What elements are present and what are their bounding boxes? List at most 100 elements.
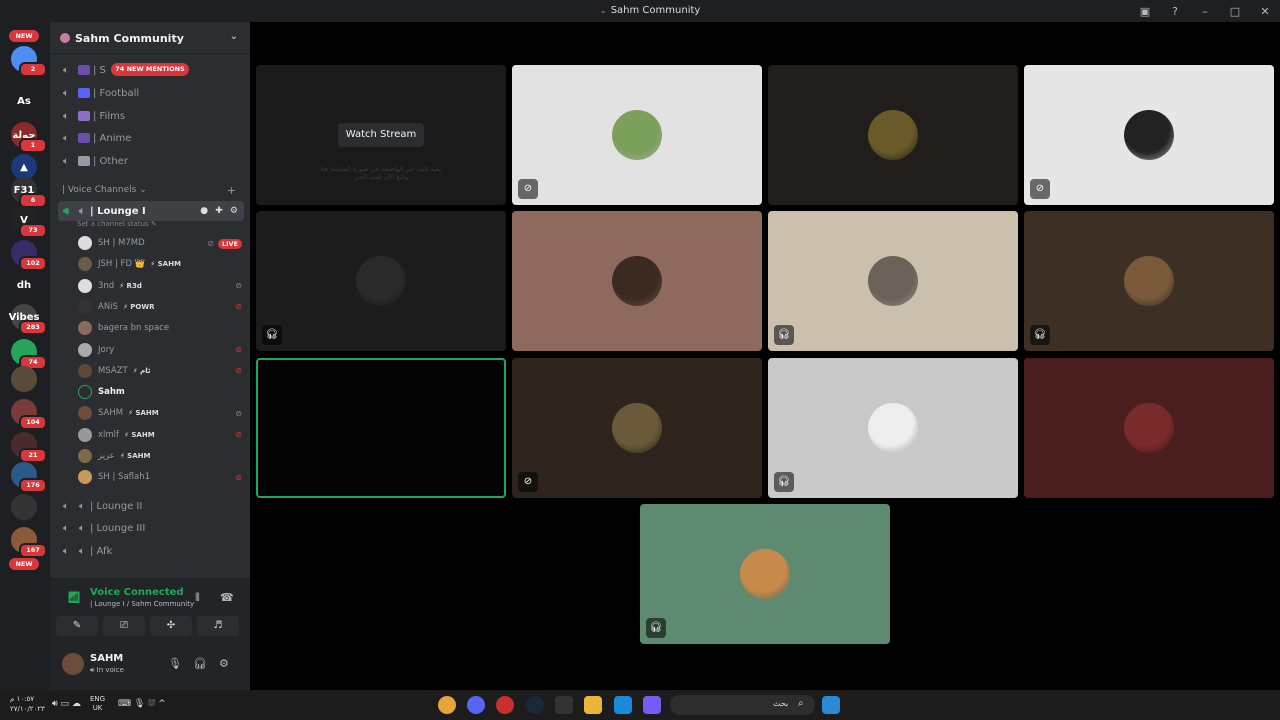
channel-3[interactable]: 🔈︎ | Anime: [58, 128, 244, 148]
taskbar-search[interactable]: بحث ⌕: [670, 695, 815, 715]
clock[interactable]: ١٠:٥٧ م ٢٧/١٠/٢٠٢٣: [10, 694, 45, 714]
activities-icon[interactable]: ✣: [150, 616, 192, 636]
gear-icon[interactable]: ⚙: [219, 657, 229, 670]
voice-channel-lounge-i[interactable]: 🔊︎ 🔈︎ | Lounge I ● ✚ ⚙: [58, 201, 244, 221]
channel-2[interactable]: 🔈︎ | Films: [58, 106, 244, 126]
server-badge: 21: [19, 448, 47, 463]
participant-tile[interactable]: 🎧︎: [256, 211, 506, 351]
participant-tile[interactable]: Watch Stream بقية البث غير الواضحة في صور…: [256, 65, 506, 205]
participant-tile[interactable]: ⊘: [1024, 65, 1274, 205]
voice-user[interactable]: ANiS ⚡ POWR ⊘: [78, 297, 242, 317]
voice-channel-1[interactable]: 🔈︎ 🔈︎ | Lounge III: [58, 519, 244, 539]
voice-user[interactable]: Jory ⊘: [78, 340, 242, 360]
server-header[interactable]: Sahm Community ⌄: [50, 22, 250, 54]
server-badge: 104: [19, 415, 47, 430]
participant-tile[interactable]: 🎧︎: [640, 504, 890, 644]
avatar[interactable]: [62, 653, 84, 675]
server-icon-7[interactable]: dh: [11, 272, 37, 298]
maximize-icon[interactable]: □: [1220, 5, 1250, 18]
server-badge: 2: [19, 62, 47, 77]
minimize-icon[interactable]: –: [1190, 5, 1220, 18]
user-name[interactable]: SAHM: [90, 653, 123, 664]
voice-connected-subtitle[interactable]: | Lounge I / Sahm Community: [90, 600, 194, 608]
voice-user[interactable]: bagera bn space: [78, 318, 242, 338]
watch-stream-button[interactable]: Watch Stream: [338, 123, 424, 147]
edge-icon[interactable]: [614, 696, 632, 714]
store-icon[interactable]: [555, 696, 573, 714]
server-badge: 6: [19, 193, 47, 208]
voice-user[interactable]: SAHM ⚡ SAHM ⊘: [78, 403, 242, 423]
screen-share-icon[interactable]: ⎚: [103, 616, 145, 636]
voice-user[interactable]: عزيز ⚡ SAHM: [78, 446, 242, 466]
voice-channel-0[interactable]: 🔈︎ 🔈︎ | Lounge II: [58, 496, 244, 516]
help-icon[interactable]: ?: [1160, 5, 1190, 18]
headphones-icon[interactable]: 🎧︎: [193, 657, 207, 670]
deafened-icon: 🎧︎: [1030, 325, 1050, 345]
copilot-icon[interactable]: [643, 696, 661, 714]
voice-user[interactable]: 3nd ⚡ R3d ⊘: [78, 276, 242, 296]
live-badge: LIVE: [217, 238, 242, 249]
user-tag: ⚡ ٹام: [132, 366, 151, 375]
pin-icon[interactable]: ▣: [1130, 5, 1160, 18]
participant-tile[interactable]: [512, 211, 762, 351]
add-channel-icon[interactable]: +: [227, 184, 236, 197]
server-icon-14[interactable]: [11, 494, 37, 520]
voice-user[interactable]: SH | M7MD ⊘ LIVE: [78, 233, 242, 253]
signal-icon[interactable]: 📶︎: [67, 591, 81, 604]
participant-tile[interactable]: 🎧︎: [768, 211, 1018, 351]
deafened-icon: 🎧︎: [774, 325, 794, 345]
tray-extra-icons[interactable]: ⌨ 🎙︎ ⛆ ^: [118, 699, 166, 709]
channel-emoji-icon: [78, 133, 90, 143]
new-pill-top: NEW: [9, 30, 39, 42]
channel-status-hint[interactable]: Set a channel status ✎: [77, 220, 157, 228]
avatar: [868, 110, 918, 160]
category-voice-channels[interactable]: | Voice Channels ⌄ +: [62, 184, 242, 197]
app-icon[interactable]: [496, 696, 514, 714]
steam-icon[interactable]: [526, 696, 544, 714]
language-indicator[interactable]: ENG UK: [90, 695, 105, 713]
participant-tile[interactable]: ⊘: [512, 358, 762, 498]
participant-tile[interactable]: 🎧︎: [1024, 211, 1274, 351]
invite-icon[interactable]: ✚: [215, 206, 225, 216]
participant-tile[interactable]: [768, 65, 1018, 205]
server-icon-10[interactable]: [11, 366, 37, 392]
channel-4[interactable]: 🔈︎ | Other: [58, 151, 244, 171]
avatar: [1124, 403, 1174, 453]
new-mentions-pill[interactable]: 74 NEW MENTIONS: [111, 63, 189, 76]
participant-tile[interactable]: ⊘: [512, 65, 762, 205]
voice-channel-2[interactable]: 🔈︎ 🔈︎ | Afk: [58, 541, 244, 561]
voice-user[interactable]: SH | Saflah1 ⊘: [78, 467, 242, 487]
windows-icon[interactable]: [822, 696, 840, 714]
avatar: [78, 470, 92, 485]
participant-tile[interactable]: [1024, 358, 1274, 498]
mic-muted-icon: ⊘: [235, 408, 242, 418]
soundboard-icon[interactable]: ♬: [197, 616, 239, 636]
voice-user[interactable]: JSH | FD 👑 ⚡ SAHM: [78, 254, 242, 274]
mic-muted-icon[interactable]: 🎙︎: [168, 657, 182, 670]
participant-tile[interactable]: [256, 358, 506, 498]
disconnect-icon[interactable]: ☎: [220, 591, 234, 604]
explorer-icon[interactable]: [584, 696, 602, 714]
discord-icon[interactable]: [467, 696, 485, 714]
voice-user[interactable]: MSAZT ⚡ ٹام ⊘: [78, 361, 242, 381]
channel-1[interactable]: 🔈︎ | Football: [58, 83, 244, 103]
noise-suppression-icon[interactable]: ⦀: [195, 591, 200, 605]
participant-tile[interactable]: 🎧︎: [768, 358, 1018, 498]
server-icon-1[interactable]: As: [11, 88, 37, 114]
camera-off-icon[interactable]: ✎: [56, 616, 98, 636]
deafened-icon: 🎧︎: [646, 618, 666, 638]
channel-actions[interactable]: ● ✚ ⚙: [200, 206, 240, 216]
mic-muted-icon: ⊘: [518, 179, 538, 199]
chat-icon[interactable]: ●: [200, 206, 210, 216]
voice-user[interactable]: Sahm: [78, 382, 242, 402]
deafened-icon: 🎧︎: [774, 472, 794, 492]
mic-muted-icon: ⊘: [235, 430, 242, 440]
system-tray-icons[interactable]: 🔊︎ ▭ ☁: [52, 699, 81, 709]
avatar: [78, 385, 92, 400]
voice-user[interactable]: xlmlf ⚡ SAHM ⊘: [78, 425, 242, 445]
voice-connected-title[interactable]: Voice Connected: [90, 587, 184, 598]
close-icon[interactable]: ✕: [1250, 5, 1280, 18]
gear-icon[interactable]: ⚙: [230, 206, 240, 216]
chrome-icon[interactable]: [438, 696, 456, 714]
channel-emoji-icon: [78, 88, 90, 98]
